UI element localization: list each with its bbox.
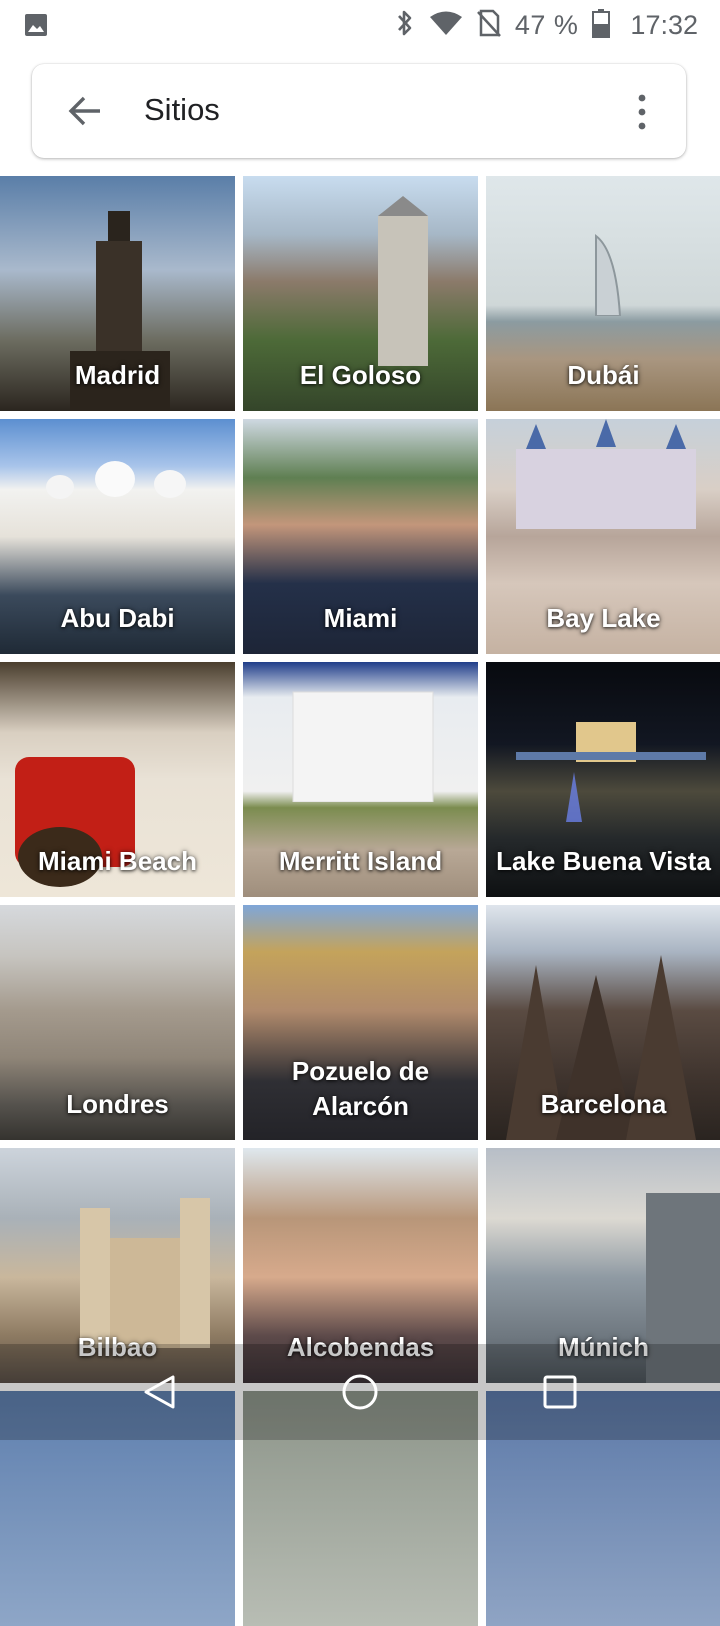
place-label: Madrid [74, 360, 161, 390]
place-label: Miami [323, 603, 398, 633]
more-vert-icon[interactable] [632, 94, 652, 130]
place-tile-bay-lake[interactable]: Bay Lake [486, 419, 720, 654]
battery-percentage: 47 % [514, 9, 579, 40]
place-tile-dubai[interactable]: Dubái [486, 176, 720, 411]
place-tile-barcelona[interactable]: Barcelona [486, 905, 720, 1140]
place-tile-abu-dabi[interactable]: Abu Dabi [0, 419, 235, 654]
place-tile-el-goloso[interactable]: El Goloso [243, 176, 478, 411]
place-tile-pozuelo-de-alarcon[interactable]: Pozuelo de Alarcón [243, 905, 478, 1140]
place-tile-miami[interactable]: Miami [243, 419, 478, 654]
church-silhouette [80, 1198, 210, 1348]
bluetooth-icon [395, 8, 415, 43]
place-label: Barcelona [540, 1089, 667, 1119]
clock: 17:32 [630, 9, 698, 40]
place-label: Bay Lake [546, 603, 661, 633]
triangle-back-icon[interactable] [140, 1372, 180, 1412]
place-label: Lake Buena Vista [496, 846, 711, 876]
arrow-left-icon[interactable] [66, 91, 106, 131]
place-label: Dubái [567, 360, 640, 390]
no-sim-icon [476, 9, 501, 42]
square-recents-icon[interactable] [540, 1372, 580, 1412]
mosque-domes [46, 461, 186, 499]
place-tile-londres[interactable]: Londres [0, 905, 235, 1140]
place-label: Pozuelo de Alarcón [291, 1056, 430, 1121]
gallery-icon [24, 13, 48, 42]
circle-home-icon[interactable] [340, 1372, 380, 1412]
place-label: Londres [66, 1089, 169, 1119]
place-label: Merritt Island [278, 846, 443, 876]
castle-silhouette [516, 419, 696, 529]
top-app-bar: Sitios [32, 64, 686, 158]
place-label: Miami Beach [38, 846, 197, 876]
place-tile-lake-buena-vista[interactable]: Lake Buena Vista [486, 662, 720, 897]
place-tile-miami-beach[interactable]: Miami Beach [0, 662, 235, 897]
place-label: El Goloso [299, 360, 422, 390]
night-lights [516, 722, 706, 822]
page-title: Sitios [144, 92, 220, 127]
place-tile-madrid[interactable]: Madrid [0, 176, 235, 411]
system-nav-bar [0, 1344, 720, 1440]
wifi-icon [429, 10, 463, 41]
place-label: Abu Dabi [60, 603, 175, 633]
burj-al-arab-silhouette [595, 233, 622, 316]
battery-icon [592, 8, 611, 43]
tower-silhouette [378, 196, 428, 366]
sculpture-block [292, 691, 434, 802]
status-bar: 47 % 17:32 [0, 0, 720, 50]
place-tile-merritt-island[interactable]: Merritt Island [243, 662, 478, 897]
